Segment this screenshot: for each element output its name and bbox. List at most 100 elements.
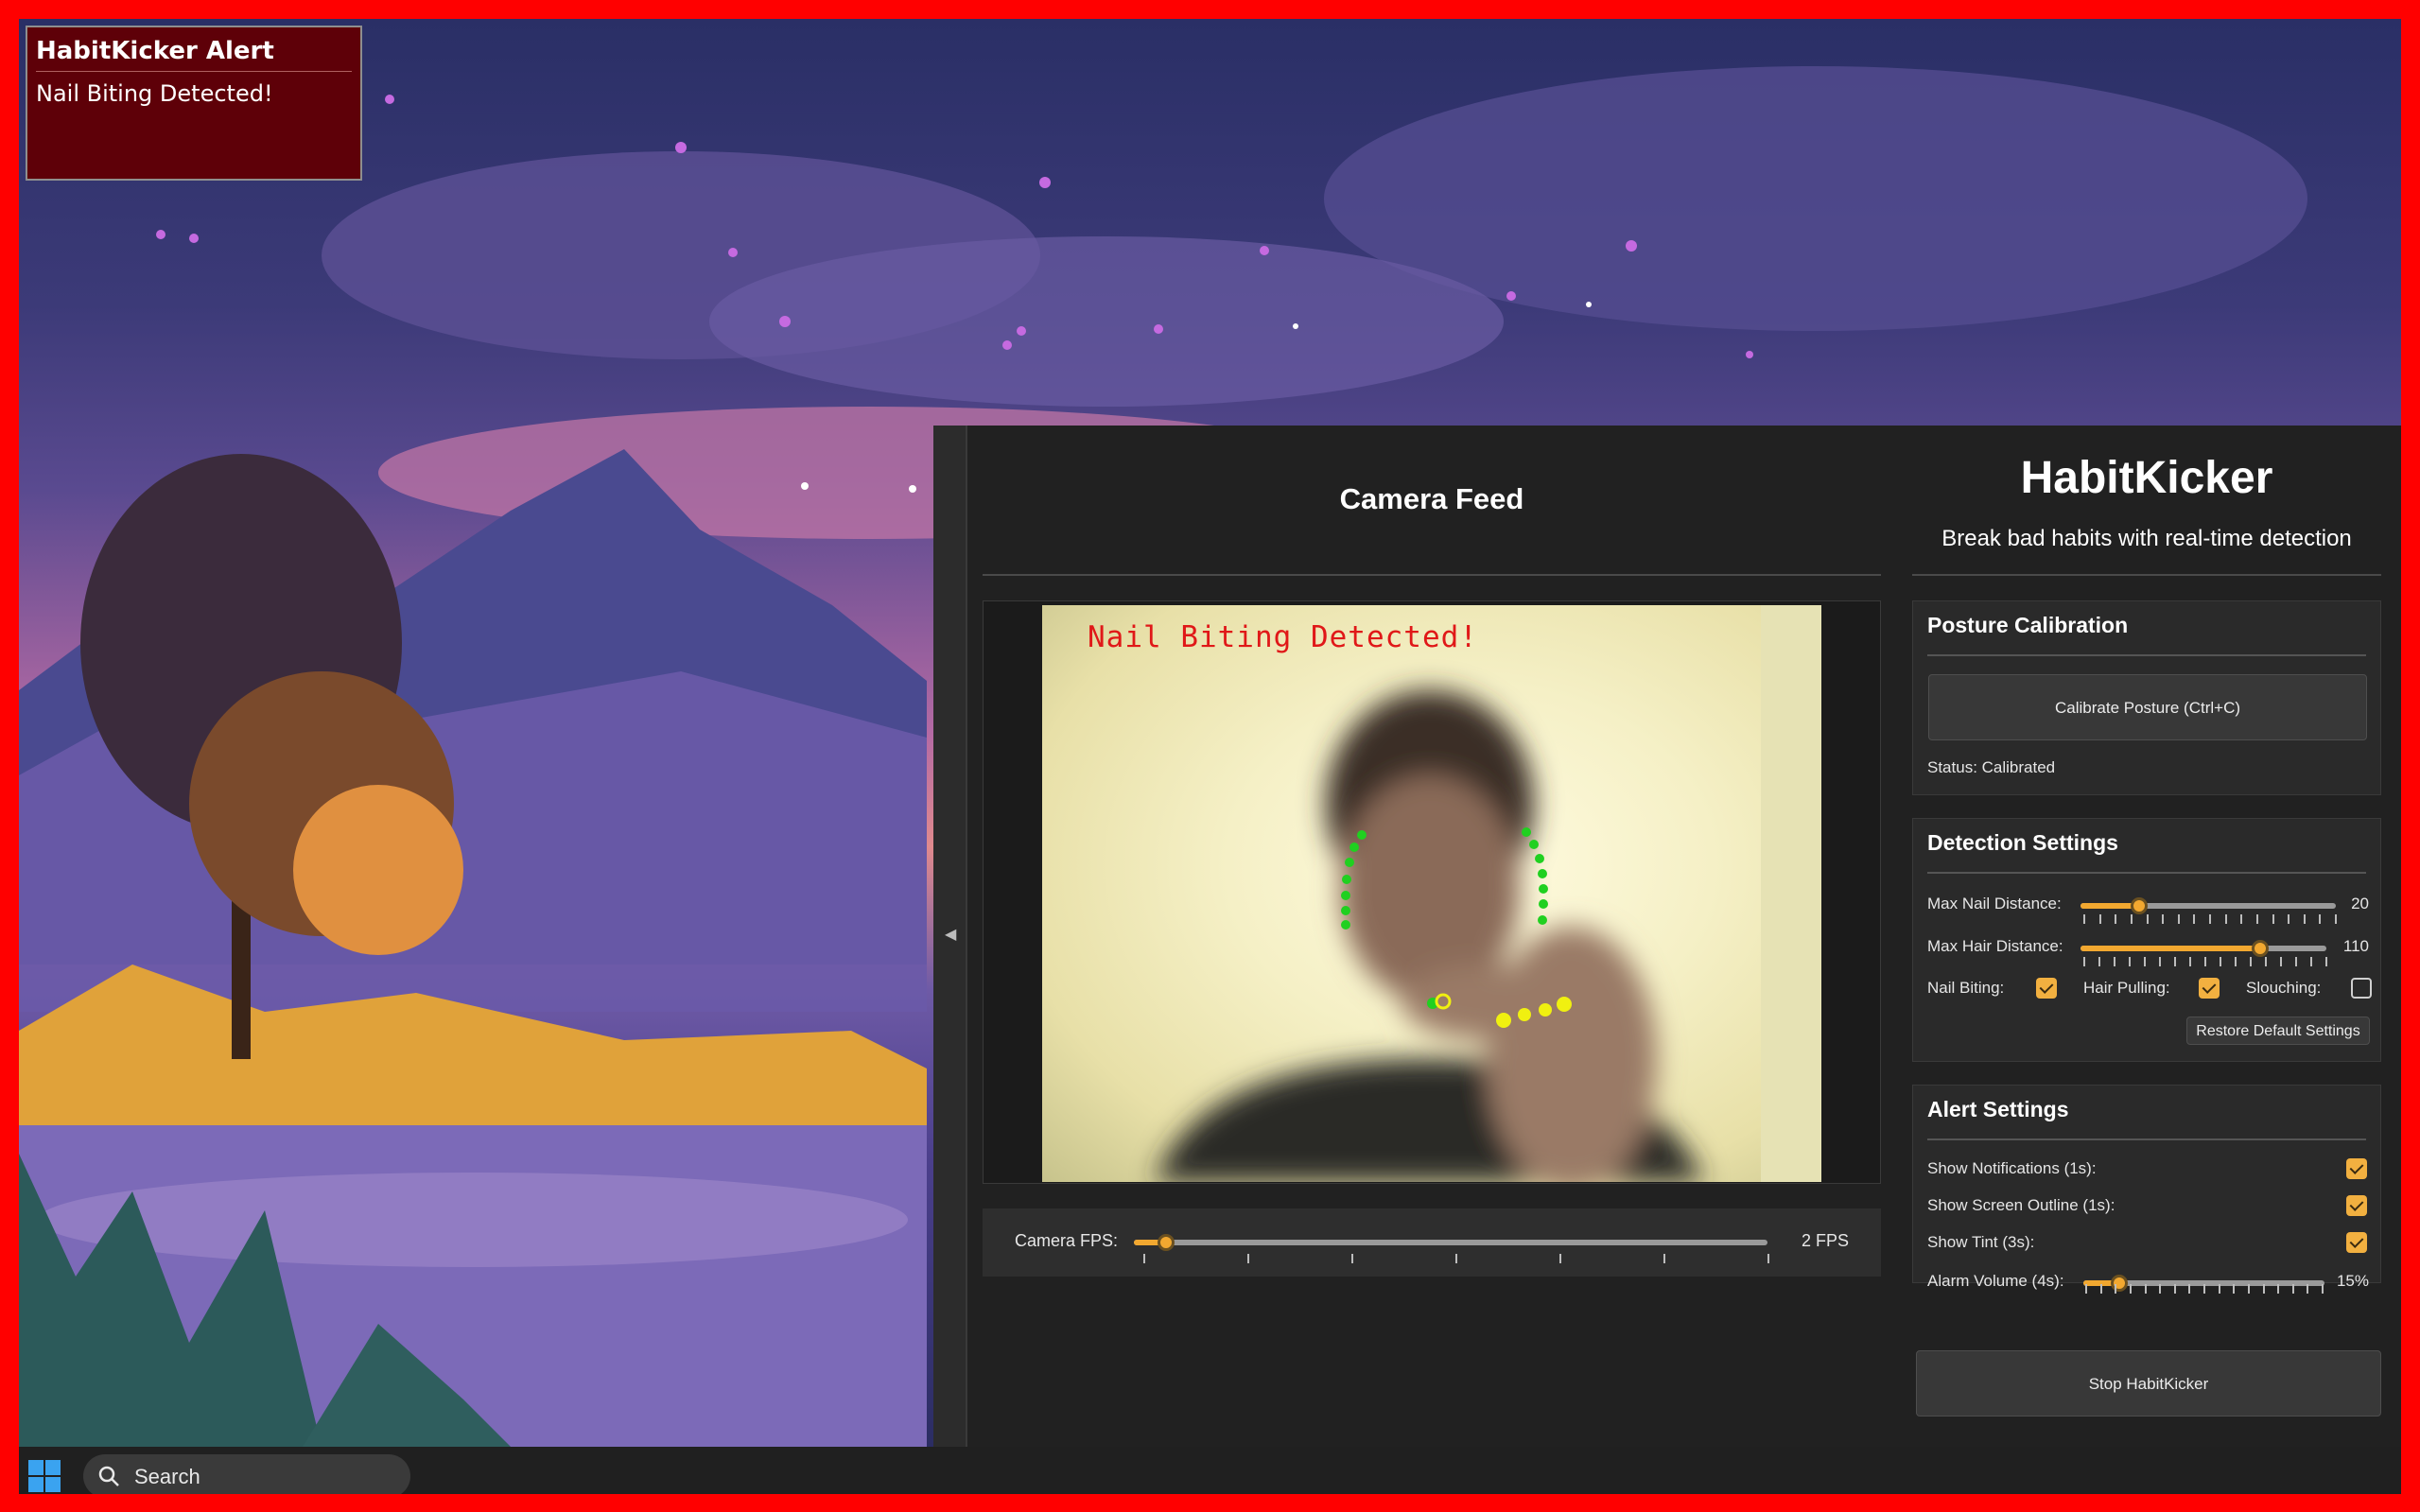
alert-title: HabitKicker Alert [36,37,274,65]
max-hair-distance-slider[interactable] [2081,940,2326,957]
slider-tick [2174,957,2176,966]
slider-tick [2224,914,2227,924]
slider-tick [2325,957,2327,966]
slider-tick [2204,957,2206,966]
slider-tick [2291,1284,2294,1294]
sidebar-collapse-handle[interactable]: ◀ [933,426,967,1447]
restore-default-settings-button[interactable]: Restore Default Settings [2186,1017,2370,1045]
slider-tick [2247,1284,2250,1294]
slider-tick [2130,914,2133,924]
fps-slider[interactable] [1134,1234,1767,1251]
slider-tick [1663,1254,1665,1263]
habitkicker-window: ◀ Camera Feed Nail Biting Detected! Came… [933,426,2401,1447]
slider-tick [2255,914,2258,924]
slider-tick [2098,957,2100,966]
slider-tick [2307,1284,2309,1294]
slider-tick [2162,914,2165,924]
slider-tick [2203,1284,2205,1294]
slider-tick [2265,957,2267,966]
show-screen-outline-label: Show Screen Outline (1s): [1927,1196,2115,1214]
nail-slider-thumb[interactable] [2131,897,2149,914]
slider-tick [2220,957,2221,966]
hair-slider-fill [2081,946,2260,951]
camera-divider [983,574,1881,576]
slider-tick [2335,914,2337,924]
slider-tick [2129,957,2131,966]
show-notifications-checkbox[interactable] [2346,1158,2367,1179]
fps-label: Camera FPS: [1015,1231,1119,1250]
slider-tick [2319,914,2322,924]
slider-tick [2262,1284,2265,1294]
alert-settings-title: Alert Settings [1927,1097,2069,1121]
alert-settings-divider [1927,1138,2366,1140]
alarm-volume-value: 15% [2336,1272,2369,1290]
slouching-checkbox[interactable] [2351,978,2372,999]
detection-divider [1927,872,2366,874]
alert-settings-card: Alert Settings Show Notifications (1s): … [1912,1085,2381,1292]
posture-calibration-title: Posture Calibration [1927,613,2129,637]
slider-tick [1455,1254,1457,1263]
camera-feed-image: Nail Biting Detected! [1042,605,1821,1182]
windows-start-icon[interactable] [28,1460,61,1492]
posture-calibration-card: Posture Calibration Calibrate Posture (C… [1912,600,2381,795]
detection-settings-card: Detection Settings Max Nail Distance: 20… [1912,818,2381,1062]
alert-divider [36,71,352,72]
alarm-volume-label: Alarm Volume (4s): [1927,1272,2064,1290]
screen-outline-bottom [0,1494,2420,1512]
show-screen-outline-checkbox[interactable] [2346,1195,2367,1216]
slider-tick [2177,914,2180,924]
slider-tick [2144,957,2146,966]
show-tint-checkbox[interactable] [2346,1232,2367,1253]
max-nail-distance-value: 20 [2351,895,2369,912]
header-divider [1912,574,2381,576]
taskbar: Search [19,1447,2401,1498]
slider-tick [2173,1284,2176,1294]
hair-pulling-label: Hair Pulling: [2083,979,2170,997]
stop-habitkicker-button[interactable]: Stop HabitKicker [1916,1350,2381,1416]
camera-fps-control: Camera FPS: 2 FPS [983,1208,1881,1277]
max-hair-distance-label: Max Hair Distance: [1927,937,2063,955]
calibrate-posture-button[interactable]: Calibrate Posture (Ctrl+C) [1928,674,2367,740]
slider-tick [2209,914,2211,924]
slider-tick [2280,957,2282,966]
slider-tick [2188,1284,2191,1294]
slider-tick [2310,957,2312,966]
slider-tick [2083,957,2085,966]
slouching-label: Slouching: [2246,979,2322,997]
slider-tick [2144,1284,2147,1294]
screen-outline-top [0,0,2420,19]
hair-pulling-checkbox[interactable] [2199,978,2220,999]
taskbar-search-box[interactable]: Search [83,1454,410,1498]
hair-slider-thumb[interactable] [2251,940,2269,957]
slider-tick [2129,1284,2132,1294]
alert-message: Nail Biting Detected! [36,80,273,107]
slider-tick [2098,914,2101,924]
max-hair-distance-value: 110 [2342,937,2369,955]
detection-overlay-text: Nail Biting Detected! [1088,620,1478,654]
slider-tick [2218,1284,2220,1294]
slider-tick [2099,1284,2102,1294]
slider-tick [2303,914,2306,924]
slider-tick [2083,914,2085,924]
app-title: HabitKicker [2020,453,2273,503]
slider-tick [2193,914,2196,924]
slider-tick [2233,1284,2236,1294]
volume-slider-ticks [2085,1284,2324,1294]
max-nail-distance-slider[interactable] [2081,897,2336,914]
search-icon [98,1466,119,1486]
slider-tick [1767,1254,1769,1263]
slider-tick [1559,1254,1561,1263]
fps-slider-thumb[interactable] [1157,1234,1175,1251]
slider-tick [2295,957,2297,966]
nail-biting-checkbox[interactable] [2036,978,2057,999]
slider-tick [2114,957,2115,966]
slider-tick [2189,957,2191,966]
fps-slider-ticks [1143,1254,1769,1263]
show-tint-label: Show Tint (3s): [1927,1233,2035,1251]
calibration-status: Status: Calibrated [1927,758,2056,776]
collapse-arrow-icon: ◀ [945,927,957,943]
slider-tick [2277,1284,2280,1294]
camera-feed-title: Camera Feed [1339,482,1524,515]
nail-biting-label: Nail Biting: [1927,979,2005,997]
slider-tick [2159,957,2161,966]
